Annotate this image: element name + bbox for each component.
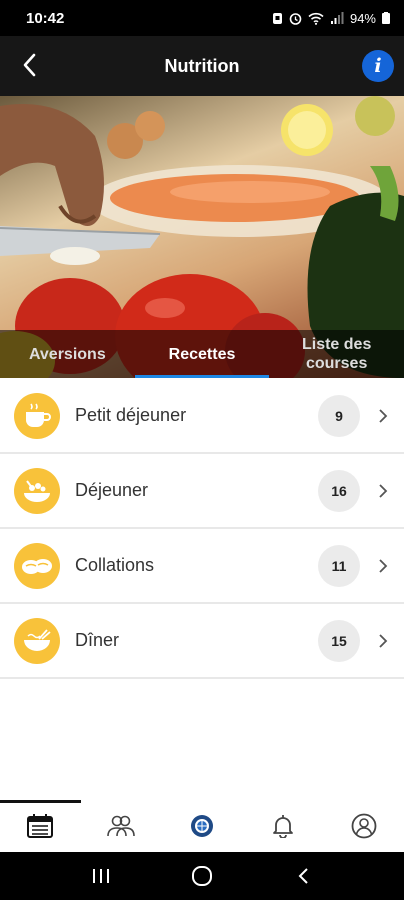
tab-recettes[interactable]: Recettes	[134, 330, 270, 378]
page-title: Nutrition	[164, 55, 240, 76]
count-badge: 9	[318, 394, 360, 437]
snack-icon	[14, 542, 60, 589]
recent-apps-icon	[92, 869, 109, 883]
home-button[interactable]	[182, 856, 222, 896]
chevron-right-icon	[378, 408, 390, 424]
bottom-navigation	[0, 800, 404, 852]
count-badge: 15	[318, 619, 360, 662]
coffee-cup-icon	[14, 392, 60, 439]
lunch-plate-icon	[14, 467, 60, 514]
chevron-right-icon	[378, 483, 390, 499]
home-circle-icon	[191, 866, 212, 886]
status-icons: 94%	[272, 11, 390, 26]
alarm-icon	[289, 12, 302, 25]
group-icon	[107, 815, 135, 837]
system-back-button[interactable]	[283, 856, 323, 896]
list-item-dejeuner[interactable]: Déjeuner 16	[0, 454, 404, 529]
globe-logo-icon	[190, 815, 213, 837]
tab-bar: Aversions Recettes Liste des courses	[0, 330, 404, 378]
calendar-icon	[27, 814, 54, 838]
info-icon: i	[374, 55, 382, 77]
app-header: Nutrition i	[0, 36, 404, 96]
notification-icon	[272, 12, 283, 25]
status-bar: 10:42 94%	[0, 0, 404, 36]
tab-aversions[interactable]: Aversions	[0, 330, 135, 378]
nav-notifications[interactable]	[242, 800, 323, 852]
system-navigation-bar	[0, 852, 404, 900]
bell-icon	[272, 815, 293, 838]
recipe-category-list: Petit déjeuner 9 Déjeuner 16 Collations …	[0, 379, 404, 679]
list-item-label: Déjeuner	[75, 480, 149, 500]
chevron-right-icon	[378, 558, 390, 574]
list-item-label: Dîner	[75, 630, 120, 650]
count-badge: 16	[318, 469, 360, 512]
profile-icon	[351, 813, 376, 839]
list-item-petit-dejeuner[interactable]: Petit déjeuner 9	[0, 379, 404, 454]
nav-group[interactable]	[81, 800, 162, 852]
tab-liste-des-courses[interactable]: Liste des courses	[269, 330, 404, 378]
recent-apps-button[interactable]	[81, 856, 121, 896]
nav-profile[interactable]	[323, 800, 404, 852]
nav-home-logo[interactable]	[162, 800, 243, 852]
info-button[interactable]: i	[362, 50, 394, 82]
battery-icon	[382, 12, 390, 24]
list-item-collations[interactable]: Collations 11	[0, 529, 404, 604]
signal-icon	[330, 11, 344, 25]
dinner-bowl-icon	[14, 617, 60, 664]
chevron-right-icon	[378, 633, 390, 649]
chevron-left-icon	[23, 53, 36, 77]
wifi-icon	[308, 12, 324, 25]
nav-calendar[interactable]	[0, 800, 81, 852]
status-time: 10:42	[26, 9, 65, 27]
count-badge: 11	[318, 544, 360, 587]
back-arrow-icon	[298, 868, 309, 884]
back-button[interactable]	[14, 50, 44, 80]
list-item-label: Collations	[75, 555, 155, 575]
list-item-label: Petit déjeuner	[75, 405, 187, 425]
tab-recettes-label: Recettes	[168, 345, 236, 363]
tab-liste-des-courses-label: Liste des courses	[301, 336, 372, 372]
list-item-diner[interactable]: Dîner 15	[0, 604, 404, 679]
battery-percent: 94%	[349, 10, 376, 26]
tab-aversions-label: Aversions	[28, 345, 106, 363]
